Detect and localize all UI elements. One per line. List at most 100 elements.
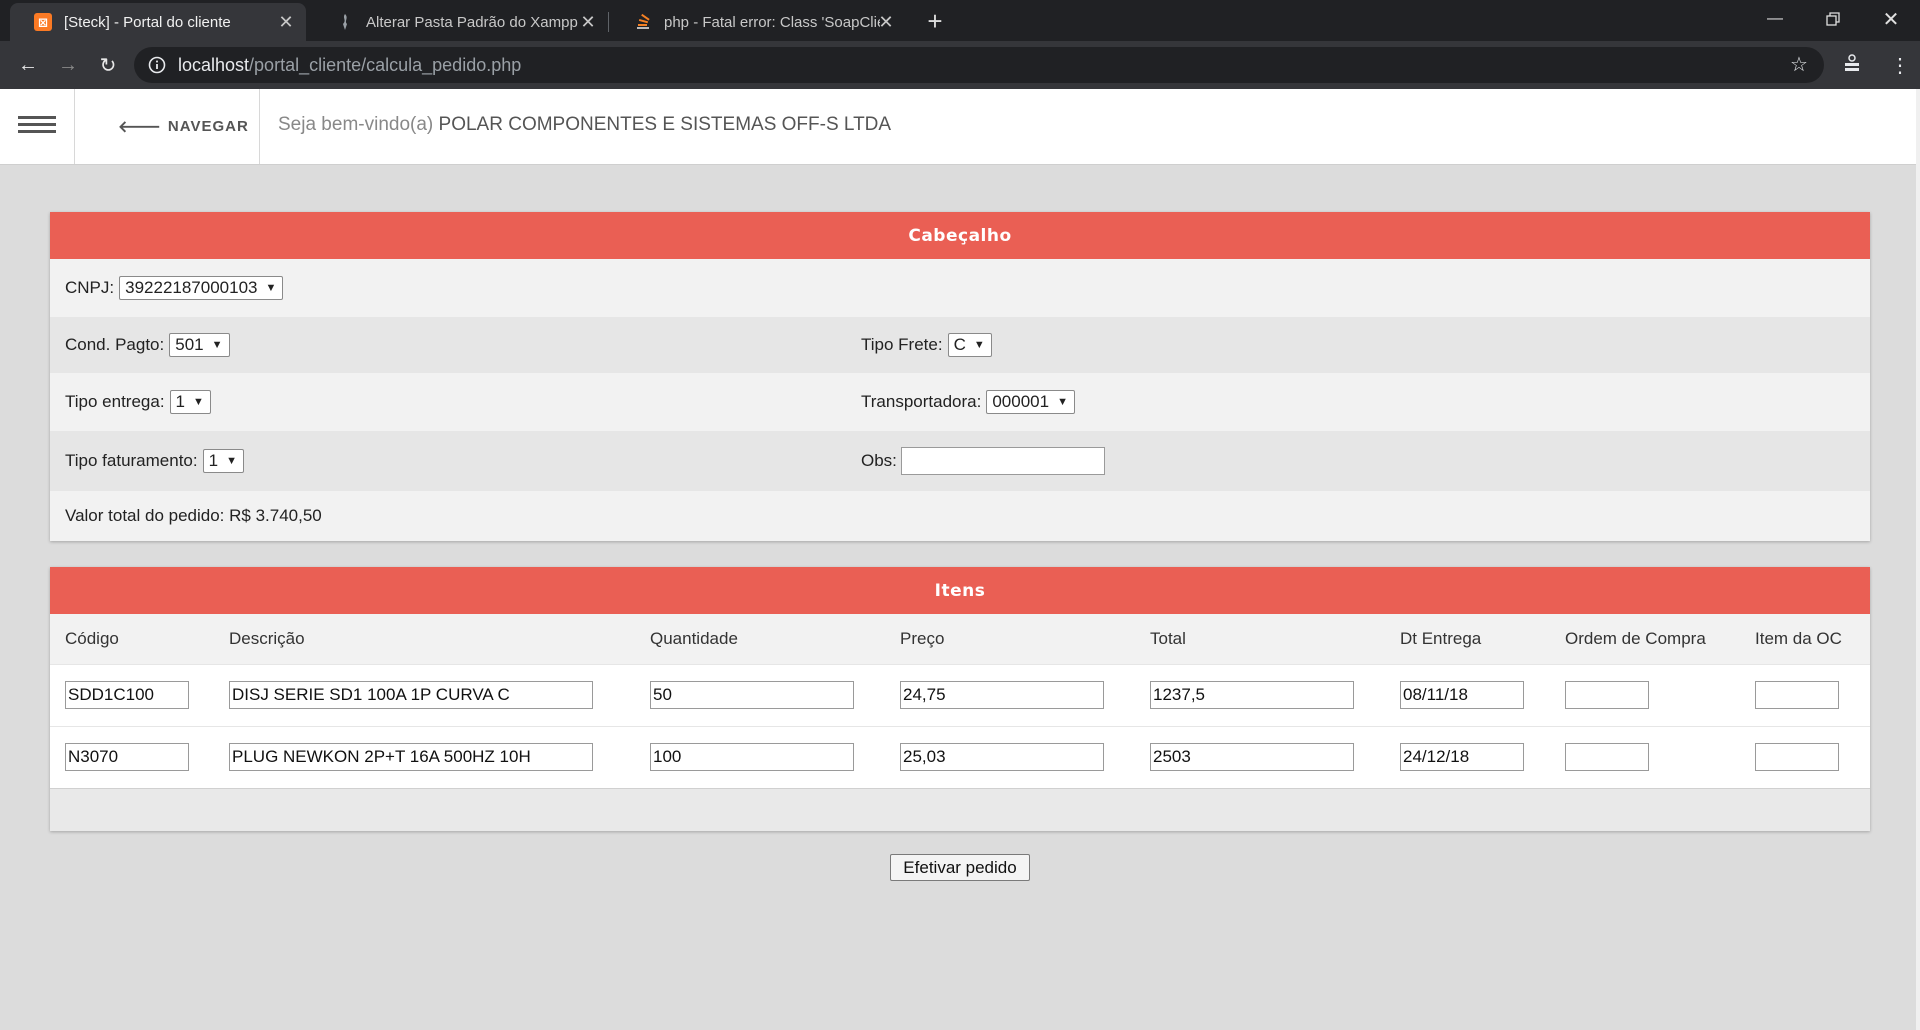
- bookmark-star-icon[interactable]: ☆: [1788, 54, 1810, 76]
- extension-icon[interactable]: [1840, 53, 1864, 77]
- tab-portal-cliente[interactable]: ⊠ [Steck] - Portal do cliente ✕: [10, 3, 306, 41]
- tipo-entrega-row: Tipo entrega: 1 ▼ Transportadora: 000001 ▼: [50, 373, 1870, 431]
- tab-separator: [608, 12, 609, 32]
- url-text[interactable]: localhost/portal_cliente/calcula_pedido.…: [178, 55, 521, 76]
- address-bar: ← → ↻ localhost/portal_cliente/calcula_p…: [0, 41, 1920, 89]
- table-row: N3070 PLUG NEWKON 2P+T 16A 500HZ 10H 100…: [50, 726, 1870, 788]
- restore-icon[interactable]: [1804, 0, 1862, 38]
- tab-title: Alterar Pasta Padrão do Xampp: [366, 13, 578, 31]
- total-input[interactable]: 1237,5: [1150, 681, 1354, 709]
- cond-pagto-row: Cond. Pagto: 501 ▼ Tipo Frete: C ▼: [50, 317, 1870, 373]
- tab-xampp[interactable]: Alterar Pasta Padrão do Xampp ✕: [312, 3, 608, 41]
- cond-pagto-label: Cond. Pagto:: [65, 335, 165, 354]
- url-path: /portal_cliente/calcula_pedido.php: [249, 55, 522, 75]
- panel-title: Itens: [50, 567, 1870, 614]
- quantidade-input[interactable]: 100: [650, 743, 854, 771]
- total-input[interactable]: 2503: [1150, 743, 1354, 771]
- tipo-faturamento-value: 1: [208, 451, 219, 470]
- obs-label: Obs:: [861, 451, 897, 470]
- item-oc-input[interactable]: [1755, 681, 1839, 709]
- cond-pagto-value: 501: [175, 335, 204, 354]
- tipo-frete-label: Tipo Frete:: [861, 335, 943, 354]
- app-header: 🡐 NAVEGAR Seja bem-vindo(a) POLAR COMPON…: [0, 89, 1920, 165]
- efetivar-pedido-button[interactable]: Efetivar pedido: [890, 854, 1030, 881]
- transportadora-value: 000001: [992, 392, 1050, 411]
- dt-entrega-input[interactable]: 08/11/18: [1400, 681, 1524, 709]
- dropdown-caret-icon: ▼: [1057, 396, 1068, 408]
- xampp-icon: ⊠: [34, 13, 52, 31]
- close-tab-icon[interactable]: ✕: [578, 12, 598, 32]
- preco-input[interactable]: 25,03: [900, 743, 1104, 771]
- panel-title: Cabeçalho: [50, 212, 1870, 259]
- stackoverflow-icon: [634, 13, 652, 31]
- tab-stackoverflow[interactable]: php - Fatal error: Class 'SoapClient' ✕: [610, 3, 906, 41]
- column-header-total: Total: [1150, 629, 1186, 648]
- column-header-descricao: Descrição: [229, 629, 305, 648]
- tipo-frete-select[interactable]: C ▼: [947, 333, 992, 357]
- codigo-input[interactable]: SDD1C100: [65, 681, 189, 709]
- hamburger-menu-icon[interactable]: [18, 116, 56, 136]
- dropdown-caret-icon: ▼: [973, 339, 985, 351]
- navegar-button[interactable]: 🡐 NAVEGAR: [118, 116, 249, 137]
- url-bar[interactable]: localhost/portal_cliente/calcula_pedido.…: [134, 47, 1824, 83]
- ordem-compra-input[interactable]: [1565, 743, 1649, 771]
- minimize-icon[interactable]: —: [1746, 0, 1804, 38]
- ordem-compra-input[interactable]: [1565, 681, 1649, 709]
- close-tab-icon[interactable]: ✕: [276, 12, 296, 32]
- column-header-preco: Preço: [900, 629, 945, 648]
- tipo-entrega-select[interactable]: 1 ▼: [169, 390, 211, 414]
- valor-total-text: Valor total do pedido: R$ 3.740,50: [65, 506, 322, 525]
- column-header-dt-entrega: Dt Entrega: [1400, 629, 1482, 648]
- itens-panel: Itens Código Descrição Quantidade Preço …: [50, 567, 1870, 831]
- tipo-faturamento-label: Tipo faturamento:: [65, 451, 198, 470]
- item-oc-input[interactable]: [1755, 743, 1839, 771]
- svg-text:⊠: ⊠: [38, 16, 48, 30]
- column-header-quantidade: Quantidade: [650, 629, 738, 648]
- valor-total-row: Valor total do pedido: R$ 3.740,50: [50, 491, 1870, 541]
- preco-input[interactable]: 24,75: [900, 681, 1104, 709]
- tipo-faturamento-select[interactable]: 1 ▼: [202, 449, 244, 473]
- welcome-prefix: Seja bem-vindo(a): [278, 114, 439, 135]
- column-header-codigo: Código: [65, 629, 119, 648]
- cabecalho-panel: Cabeçalho CNPJ: 39222187000103 ▼ Cond. Pa…: [50, 212, 1870, 541]
- cnpj-label: CNPJ:: [65, 278, 115, 297]
- company-name: POLAR COMPONENTES E SISTEMAS OFF-S LTDA: [438, 114, 892, 135]
- cond-pagto-select[interactable]: 501 ▼: [169, 333, 230, 357]
- dropdown-caret-icon: ▼: [193, 396, 204, 408]
- quantidade-input[interactable]: 50: [650, 681, 854, 709]
- page-scrollbar[interactable]: [1916, 89, 1920, 1030]
- transportadora-label: Transportadora:: [861, 392, 982, 411]
- descricao-input[interactable]: PLUG NEWKON 2P+T 16A 500HZ 10H: [229, 743, 593, 771]
- navegar-label: NAVEGAR: [167, 118, 249, 135]
- close-window-icon[interactable]: ✕: [1862, 0, 1920, 38]
- tipo-entrega-label: Tipo entrega:: [65, 392, 165, 411]
- codigo-input[interactable]: N3070: [65, 743, 189, 771]
- tipo-entrega-field: Tipo entrega: 1 ▼: [65, 373, 211, 431]
- dt-entrega-input[interactable]: 24/12/18: [1400, 743, 1524, 771]
- close-tab-icon[interactable]: ✕: [876, 12, 896, 32]
- forward-icon[interactable]: →: [54, 51, 82, 79]
- transportadora-field: Transportadora: 000001 ▼: [861, 373, 1075, 431]
- arrow-left-icon: 🡐: [118, 119, 162, 136]
- obs-input[interactable]: [900, 447, 1105, 475]
- tipo-faturamento-field: Tipo faturamento: 1 ▼: [65, 431, 244, 491]
- dropdown-caret-icon: ▼: [226, 455, 237, 467]
- menu-kebab-icon[interactable]: ⋮: [1888, 53, 1912, 77]
- cnpj-select[interactable]: 39222187000103 ▼: [119, 276, 284, 300]
- tipo-frete-value: C: [953, 335, 966, 354]
- descricao-input[interactable]: DISJ SERIE SD1 100A 1P CURVA C: [229, 681, 593, 709]
- dropdown-caret-icon: ▼: [265, 282, 277, 294]
- back-icon[interactable]: ←: [14, 51, 42, 79]
- tipo-frete-field: Tipo Frete: C ▼: [861, 317, 992, 373]
- cnpj-value: 39222187000103: [125, 278, 258, 297]
- site-info-icon[interactable]: [148, 56, 166, 74]
- reload-icon[interactable]: ↻: [94, 51, 122, 79]
- cnpj-row: CNPJ: 39222187000103 ▼: [50, 259, 1870, 317]
- page-favicon-icon: [336, 13, 354, 31]
- header-divider: [74, 89, 75, 164]
- cond-pagto-field: Cond. Pagto: 501 ▼: [65, 317, 230, 373]
- table-row: SDD1C100 DISJ SERIE SD1 100A 1P CURVA C …: [50, 664, 1870, 726]
- new-tab-icon[interactable]: +: [922, 8, 948, 34]
- transportadora-select[interactable]: 000001 ▼: [986, 390, 1075, 414]
- dropdown-caret-icon: ▼: [211, 339, 223, 351]
